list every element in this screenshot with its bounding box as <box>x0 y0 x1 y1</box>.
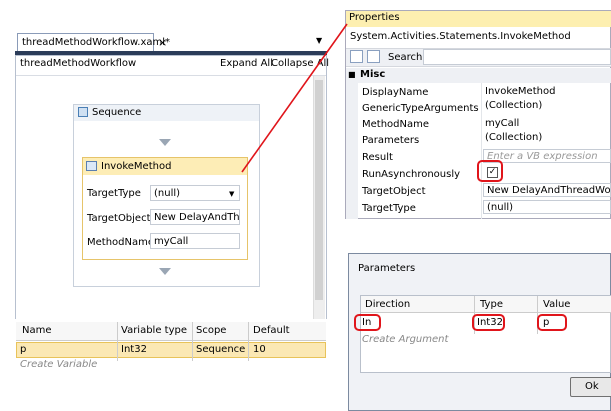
annotation-line-segment <box>241 23 348 173</box>
annotation-line <box>241 23 348 173</box>
